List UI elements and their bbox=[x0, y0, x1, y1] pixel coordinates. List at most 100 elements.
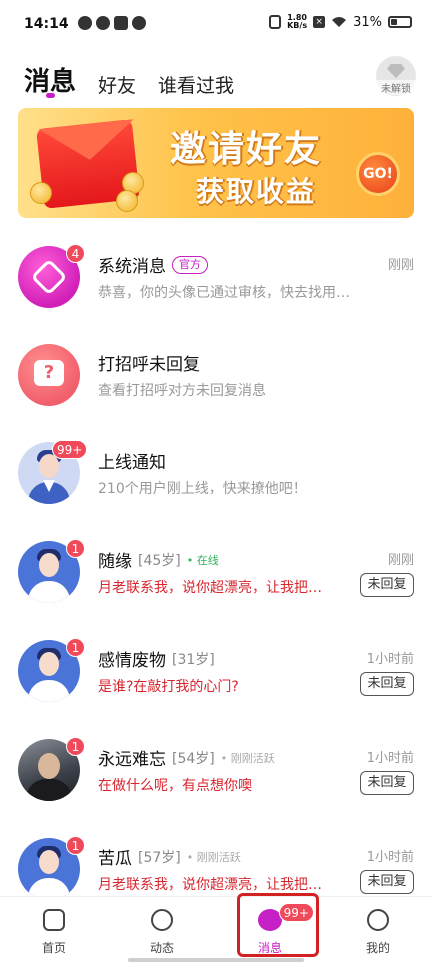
nav-message-badge: 99+ bbox=[278, 903, 314, 922]
official-tag: 官方 bbox=[172, 255, 208, 274]
unread-badge: 1 bbox=[66, 638, 85, 657]
conversation-time: 1小时前 bbox=[366, 850, 414, 865]
home-indicator bbox=[128, 958, 304, 962]
conversation-preview: 查看打招呼对方未回复消息 bbox=[98, 383, 266, 399]
vibrate-icon bbox=[269, 15, 282, 29]
home-icon bbox=[43, 909, 65, 931]
avatar-face bbox=[39, 553, 59, 577]
conversation-time: 刚刚 bbox=[387, 553, 414, 568]
user-name: 苦瓜 bbox=[98, 849, 132, 869]
top-tabs: 消息 好友 谁看过我 bbox=[24, 58, 256, 98]
user-age: [31岁] bbox=[172, 651, 215, 668]
user-age: [45岁] bbox=[138, 552, 181, 569]
conversation-user[interactable]: 1 永远难忘 [54岁] • 刚刚活跃 1小时前 在做什么呢，有点想你噢 未回复 bbox=[0, 733, 432, 831]
unread-badge: 1 bbox=[66, 737, 85, 756]
avatar-face bbox=[39, 652, 59, 676]
coin-icon bbox=[116, 190, 138, 212]
nav-label: 首页 bbox=[41, 941, 66, 955]
conversation-time: 刚刚 bbox=[387, 258, 414, 273]
nav-label: 动态 bbox=[149, 941, 174, 955]
conversation-unreplied-greetings[interactable]: ? 打招呼未回复 查看打招呼对方未回复消息 bbox=[0, 338, 432, 436]
avatar-body bbox=[28, 581, 70, 603]
unreplied-button[interactable]: 未回复 bbox=[360, 573, 414, 597]
banner-subtitle: 获取收益 bbox=[196, 175, 317, 208]
conversation-title-row: 感情废物 [31岁] bbox=[98, 646, 215, 671]
pinwheel-icon bbox=[132, 16, 146, 30]
nav-messages[interactable]: 99+ 消息 bbox=[216, 897, 324, 964]
status-notification-icons bbox=[78, 16, 146, 30]
activity-status: • 刚刚活跃 bbox=[186, 850, 241, 864]
conversation-preview: 恭喜，你的头像已通过审核，快去找用… bbox=[98, 285, 350, 301]
online-status: • 在线 bbox=[186, 553, 219, 567]
heart-icon bbox=[30, 258, 68, 296]
conversation-user[interactable]: 1 感情废物 [31岁] 1小时前 是谁?在敲打我的心门? 未回复 bbox=[0, 634, 432, 732]
unreplied-button[interactable]: 未回复 bbox=[360, 870, 414, 894]
active-tab-indicator bbox=[46, 93, 55, 98]
nav-label: 我的 bbox=[365, 941, 390, 955]
activity-status: • 刚刚活跃 bbox=[220, 751, 275, 765]
presence-text: 在线 bbox=[196, 553, 219, 567]
compass-icon bbox=[151, 909, 173, 931]
go-button[interactable]: GO! bbox=[356, 152, 400, 196]
user-name: 随缘 bbox=[98, 552, 132, 572]
nav-home[interactable]: 首页 bbox=[0, 897, 108, 964]
unlock-badge[interactable]: 未解锁 bbox=[374, 56, 418, 96]
user-age: [54岁] bbox=[172, 750, 215, 767]
conversation-time: 1小时前 bbox=[366, 751, 414, 766]
nav-feed[interactable]: 动态 bbox=[108, 897, 216, 964]
network-speed: 1.80 KB/s bbox=[287, 14, 307, 30]
conversation-title: 打招呼未回复 bbox=[98, 355, 200, 375]
conversation-title-row: 上线通知 bbox=[98, 448, 166, 473]
conversation-system[interactable]: 4 系统消息 官方 刚刚 恭喜，你的头像已通过审核，快去找用… bbox=[0, 240, 432, 338]
weibo-icon bbox=[78, 16, 92, 30]
conversation-time: 1小时前 bbox=[366, 652, 414, 667]
conversation-title: 上线通知 bbox=[98, 453, 166, 473]
nav-label: 消息 bbox=[257, 941, 282, 955]
bottom-nav: 首页 动态 99+ 消息 我的 bbox=[0, 896, 432, 964]
unread-badge: 4 bbox=[66, 244, 85, 263]
presence-text: 刚刚活跃 bbox=[230, 751, 275, 765]
status-bar: 14:14 1.80 KB/s × 31% bbox=[0, 0, 432, 50]
avatar-body bbox=[28, 680, 70, 702]
nav-profile[interactable]: 我的 bbox=[324, 897, 432, 964]
conversation-title: 系统消息 bbox=[98, 257, 166, 277]
conversation-preview: 月老联系我，说你超漂亮，让我把… bbox=[98, 877, 322, 893]
question-bubble-icon: ? bbox=[34, 360, 64, 386]
banner-title: 邀请好友 bbox=[170, 129, 323, 170]
user-name: 永远难忘 bbox=[98, 750, 166, 770]
conversation-title-row: 苦瓜 [57岁] • 刚刚活跃 bbox=[98, 844, 241, 869]
conversation-title-row: 系统消息 官方 bbox=[98, 252, 208, 277]
status-right: 1.80 KB/s × 31% bbox=[269, 14, 412, 30]
user-age: [57岁] bbox=[138, 849, 181, 866]
avatar-face bbox=[38, 753, 60, 779]
unread-badge: 1 bbox=[66, 836, 85, 855]
tab-visitors[interactable]: 谁看过我 bbox=[158, 71, 234, 98]
conversation-preview: 210个用户刚上线，快来撩他吧！ bbox=[98, 481, 307, 497]
conversation-title-row: 打招呼未回复 bbox=[98, 350, 200, 375]
avatar-face bbox=[39, 850, 59, 874]
unreplied-button[interactable]: 未回复 bbox=[360, 771, 414, 795]
coin-icon bbox=[30, 182, 52, 204]
battery-icon bbox=[388, 16, 412, 28]
user-icon bbox=[367, 909, 389, 931]
conversation-title-row: 随缘 [45岁] • 在线 bbox=[98, 547, 219, 572]
diamond-icon bbox=[387, 64, 405, 78]
conversation-preview: 是谁?在敲打我的心门? bbox=[98, 679, 239, 695]
conversation-preview: 月老联系我，说你超漂亮，让我把… bbox=[98, 580, 322, 596]
unreplied-button[interactable]: 未回复 bbox=[360, 672, 414, 696]
battery-percent: 31% bbox=[353, 14, 382, 30]
network-speed-unit: KB/s bbox=[287, 21, 308, 30]
unread-badge: 99+ bbox=[52, 440, 88, 459]
status-time: 14:14 bbox=[24, 16, 69, 32]
bulb-icon bbox=[96, 16, 110, 30]
no-sim-icon: × bbox=[313, 16, 326, 28]
conversation-user[interactable]: 1 随缘 [45岁] • 在线 刚刚 月老联系我，说你超漂亮，让我把… 未回复 bbox=[0, 535, 432, 633]
tiktok-icon bbox=[114, 16, 128, 30]
conversation-preview: 在做什么呢，有点想你噢 bbox=[98, 778, 252, 794]
presence-text: 刚刚活跃 bbox=[196, 850, 241, 864]
tab-friends[interactable]: 好友 bbox=[98, 71, 136, 98]
greeting-avatar: ? bbox=[18, 344, 80, 406]
conversation-online-notice[interactable]: 99+ 上线通知 210个用户刚上线，快来撩他吧！ bbox=[0, 436, 432, 534]
invite-banner[interactable]: 邀请好友 获取收益 GO! bbox=[18, 108, 414, 218]
unlock-label: 未解锁 bbox=[374, 80, 418, 95]
